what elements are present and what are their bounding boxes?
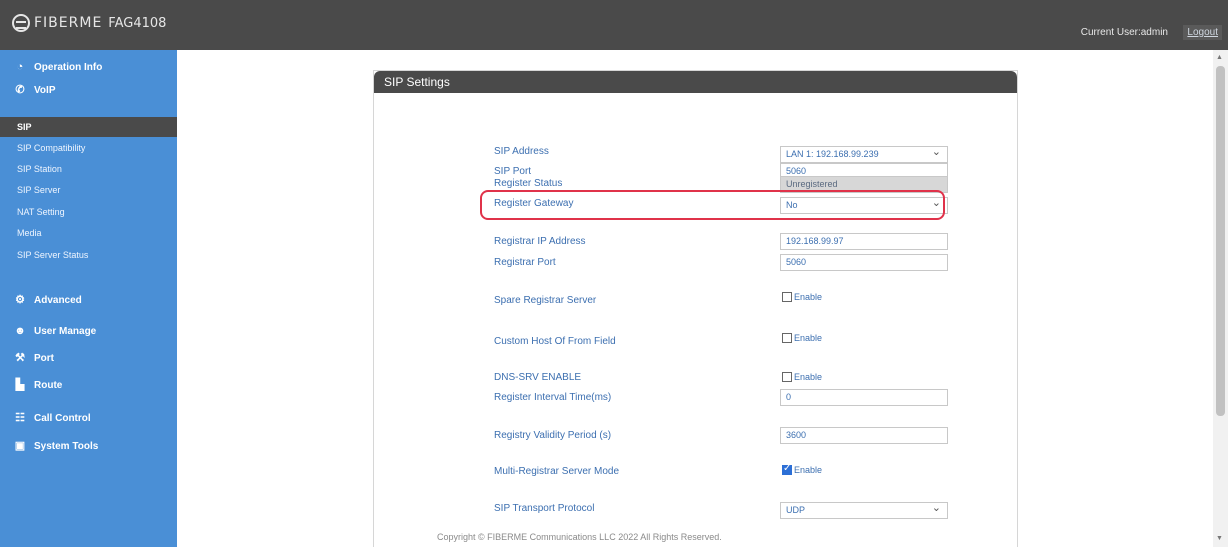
custom-host-label: Custom Host Of From Field [494, 336, 616, 347]
multi-registrar-label: Multi-Registrar Server Mode [494, 466, 620, 477]
sidebar-subitem-sip[interactable]: SIP [0, 117, 177, 137]
dns-srv-checkbox[interactable]: Enable [782, 372, 822, 382]
phone-icon: ✆ [15, 84, 25, 96]
registrar-port-input[interactable]: 5060 [780, 254, 948, 271]
gear-icon: ⚙ [15, 294, 25, 306]
sidebar-item-user-manage[interactable]: ☻ User Manage [0, 321, 177, 341]
enable-label: Enable [794, 292, 823, 302]
register-status-value: Unregistered [786, 179, 838, 189]
route-icon: ▙ [15, 379, 25, 391]
sidebar-item-label: Port [34, 352, 54, 364]
sidebar: ◔ Operation Info ✆ VoIP SIP SIP Compatib… [0, 50, 177, 547]
sip-address-label: SIP Address [494, 146, 549, 157]
scroll-thumb[interactable] [1216, 66, 1225, 416]
port-icon: ⚒ [15, 352, 25, 364]
sidebar-item-operation-info[interactable]: ◔ Operation Info [0, 57, 177, 77]
brand-name: FIBERME [34, 15, 103, 31]
sidebar-item-voip[interactable]: ✆ VoIP [0, 80, 177, 100]
register-interval-value: 0 [786, 392, 792, 402]
fiberme-logo-icon [12, 14, 30, 32]
sip-address-select[interactable]: LAN 1: 192.168.99.239 [780, 145, 948, 163]
gauge-icon: ◔ [16, 61, 24, 73]
registry-validity-input[interactable]: 3600 [780, 427, 948, 444]
sidebar-item-port[interactable]: ⚒ Port [0, 348, 177, 368]
register-gateway-highlight [480, 190, 945, 220]
sidebar-subitem-sip-compatibility[interactable]: SIP Compatibility [0, 139, 177, 157]
sidebar-subitem-sip-server[interactable]: SIP Server [0, 181, 177, 199]
sidebar-subitem-nat-setting[interactable]: NAT Setting [0, 203, 177, 221]
enable-label: Enable [794, 465, 823, 475]
sidebar-item-route[interactable]: ▙ Route [0, 375, 177, 395]
sidebar-subitem-sip-station[interactable]: SIP Station [0, 160, 177, 178]
sidebar-item-label: Operation Info [34, 61, 103, 73]
sip-settings-panel: SIP Settings [373, 70, 1018, 547]
registrar-port-value: 5060 [786, 257, 807, 267]
transport-label: SIP Transport Protocol [494, 503, 595, 514]
sidebar-item-label: System Tools [34, 440, 99, 452]
register-status-label: Register Status [494, 178, 563, 189]
tools-icon: ▣ [14, 440, 26, 452]
current-user-text: Current User:admin [1080, 27, 1168, 38]
page-scrollbar[interactable]: ▲ ▼ [1213, 50, 1228, 547]
registrar-port-label: Registrar Port [494, 257, 556, 268]
checkbox-box[interactable] [782, 372, 792, 382]
enable-label: Enable [794, 333, 823, 343]
user-icon: ☻ [14, 325, 26, 337]
checkbox-checked-icon[interactable] [782, 463, 792, 475]
sidebar-item-label: Advanced [34, 294, 82, 306]
register-interval-input[interactable]: 0 [780, 389, 948, 406]
spare-registrar-checkbox[interactable]: Enable [782, 292, 822, 302]
dns-srv-label: DNS-SRV ENABLE [494, 372, 582, 383]
sidebar-item-call-control[interactable]: ☷ Call Control [0, 408, 177, 428]
spare-registrar-label: Spare Registrar Server [494, 295, 597, 306]
scroll-down-arrow-icon[interactable]: ▼ [1216, 535, 1223, 542]
logout-link[interactable]: Logout [1183, 25, 1222, 40]
enable-label: Enable [794, 372, 823, 382]
registrar-ip-value: 192.168.99.97 [786, 236, 844, 246]
sidebar-item-advanced[interactable]: ⚙ Advanced [0, 290, 177, 310]
sip-port-value: 5060 [786, 166, 807, 176]
top-bar: FIBERME FAG4108 Current User:admin Logou… [0, 0, 1228, 50]
sidebar-subitem-sip-server-status[interactable]: SIP Server Status [0, 246, 177, 264]
registry-validity-value: 3600 [786, 430, 807, 440]
transport-value: UDP [786, 505, 806, 515]
sip-address-value: LAN 1: 192.168.99.239 [786, 149, 879, 159]
call-control-icon: ☷ [15, 412, 25, 424]
multi-registrar-checkbox[interactable]: Enable [782, 463, 823, 475]
register-interval-label: Register Interval Time(ms) [494, 392, 612, 403]
sidebar-item-label: Call Control [34, 412, 91, 424]
sip-port-label: SIP Port [494, 166, 532, 177]
scroll-up-arrow-icon[interactable]: ▲ [1216, 54, 1223, 61]
checkbox-box[interactable] [782, 333, 792, 343]
registrar-ip-input[interactable]: 192.168.99.97 [780, 233, 948, 250]
sidebar-subitem-media[interactable]: Media [0, 224, 177, 242]
sidebar-item-label: Route [34, 379, 63, 391]
panel-title: SIP Settings [374, 71, 1017, 93]
transport-select[interactable]: UDP [780, 501, 948, 519]
copyright-footer: Copyright © FIBERME Communications LLC 2… [437, 532, 722, 542]
sidebar-item-system-tools[interactable]: ▣ System Tools [0, 436, 177, 456]
registry-validity-label: Registry Validity Period (s) [494, 430, 612, 441]
checkbox-box[interactable] [782, 292, 792, 302]
custom-host-checkbox[interactable]: Enable [782, 333, 822, 343]
logo: FIBERME FAG4108 [12, 14, 166, 32]
sidebar-item-label: VoIP [34, 84, 56, 96]
registrar-ip-label: Registrar IP Address [494, 236, 586, 247]
device-model: FAG4108 [108, 15, 167, 31]
sidebar-item-label: User Manage [34, 325, 97, 337]
